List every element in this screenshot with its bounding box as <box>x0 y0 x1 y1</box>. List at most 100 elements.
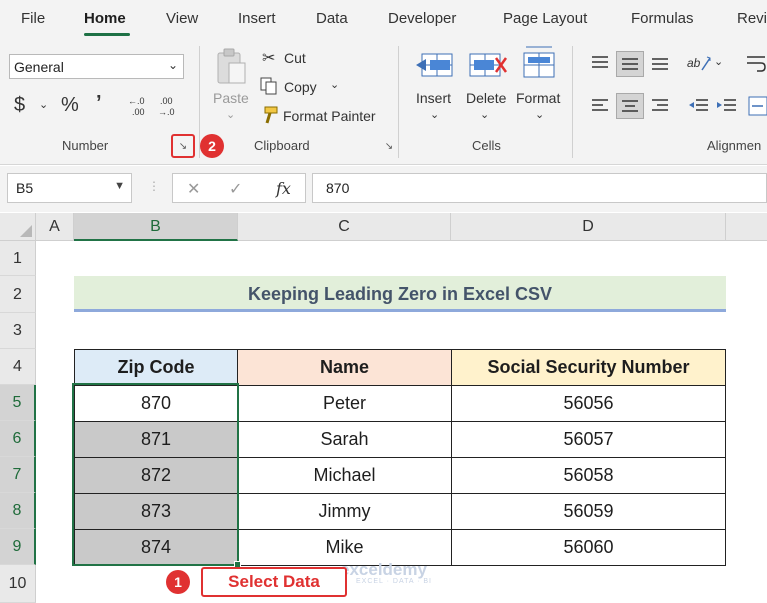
name-box[interactable]: B5 ▼ <box>7 173 132 203</box>
tab-home[interactable]: Home <box>84 10 126 27</box>
step-2-badge: 2 <box>200 134 224 158</box>
row-header-3[interactable]: 3 <box>0 313 36 349</box>
format-cells-icon[interactable] <box>520 44 558 82</box>
decrease-indent-icon[interactable] <box>688 97 710 115</box>
chevron-down-icon: ▼ <box>114 180 125 192</box>
align-center-button[interactable] <box>616 93 644 119</box>
cell-ssn[interactable]: 56059 <box>451 493 726 530</box>
scissors-icon[interactable]: ✂ <box>262 48 275 68</box>
cell-zip[interactable]: 874 <box>74 529 238 566</box>
chevron-down-icon[interactable]: ⌄ <box>535 108 544 121</box>
chevron-down-icon[interactable]: ⌄ <box>480 108 489 121</box>
drag-handle-icon[interactable]: ⋮ <box>148 179 160 193</box>
column-header-d[interactable]: D <box>451 213 726 241</box>
header-zip-code[interactable]: Zip Code <box>74 349 238 386</box>
percent-format-icon[interactable]: % <box>61 94 79 117</box>
cell-zip[interactable]: 872 <box>74 457 238 494</box>
enter-icon[interactable]: ✓ <box>229 179 242 199</box>
row-header-10[interactable]: 10 <box>0 565 36 603</box>
paste-icon[interactable] <box>215 47 249 87</box>
row-header-5[interactable]: 5 <box>0 385 36 421</box>
row-header-8[interactable]: 8 <box>0 493 36 529</box>
tab-file[interactable]: File <box>21 10 45 27</box>
format-painter-icon[interactable] <box>259 106 279 124</box>
align-middle-button[interactable] <box>616 51 644 77</box>
number-group-label: Number <box>62 138 109 153</box>
increase-decimal-icon[interactable]: ←.0 .00 <box>128 95 152 117</box>
chevron-down-icon[interactable]: ⌄ <box>330 78 339 91</box>
sheet-title[interactable]: Keeping Leading Zero in Excel CSV <box>74 276 726 312</box>
insert-function-icon[interactable]: fx <box>276 179 291 198</box>
copy-button[interactable]: Copy <box>284 79 317 95</box>
ribbon: General ⌄ $ ⌄ % ’ ←.0 .00 .00 →.0 Number… <box>0 40 767 165</box>
row-header-9[interactable]: 9 <box>0 529 36 565</box>
insert-button[interactable]: Insert <box>416 90 451 106</box>
chevron-down-icon[interactable]: ⌄ <box>226 108 235 121</box>
merge-center-icon[interactable] <box>748 95 767 117</box>
cell-zip[interactable]: 873 <box>74 493 238 530</box>
row-header-2[interactable]: 2 <box>0 276 36 313</box>
tab-formulas[interactable]: Formulas <box>631 10 694 27</box>
cell-ssn[interactable]: 56058 <box>451 457 726 494</box>
delete-button[interactable]: Delete <box>466 90 506 106</box>
header-name[interactable]: Name <box>237 349 452 386</box>
number-format-dropdown[interactable]: General ⌄ <box>9 54 184 79</box>
delete-cells-icon[interactable] <box>468 48 508 82</box>
format-painter-button[interactable]: Format Painter <box>283 108 376 124</box>
formula-value: 870 <box>326 180 350 196</box>
comma-style-icon[interactable]: ’ <box>96 92 102 115</box>
row-header-6[interactable]: 6 <box>0 421 36 457</box>
cells-group-label: Cells <box>472 138 501 153</box>
currency-format-icon[interactable]: $ <box>14 94 25 117</box>
tab-view[interactable]: View <box>166 10 198 27</box>
align-right-icon[interactable] <box>650 97 670 115</box>
row-header-7[interactable]: 7 <box>0 457 36 493</box>
row-header-4[interactable]: 4 <box>0 349 36 385</box>
decrease-decimal-icon[interactable]: .00 →.0 <box>158 95 182 117</box>
copy-icon[interactable] <box>260 77 278 95</box>
tab-developer[interactable]: Developer <box>388 10 456 27</box>
select-all-corner[interactable] <box>0 213 36 241</box>
chevron-down-icon[interactable]: ⌄ <box>430 108 439 121</box>
cell-name[interactable]: Michael <box>237 457 452 494</box>
cell-name[interactable]: Sarah <box>237 421 452 458</box>
cancel-icon[interactable]: ✕ <box>187 179 200 199</box>
chevron-down-icon[interactable]: ⌄ <box>39 98 48 111</box>
cell-name[interactable]: Jimmy <box>237 493 452 530</box>
row-header-1[interactable]: 1 <box>0 241 36 276</box>
watermark-tagline: EXCEL · DATA · BI <box>356 578 432 585</box>
cell-ssn[interactable]: 56057 <box>451 421 726 458</box>
column-header-e[interactable] <box>726 213 767 241</box>
tab-data[interactable]: Data <box>316 10 348 27</box>
orientation-icon[interactable]: ab <box>686 52 712 74</box>
active-tab-underline <box>84 33 130 36</box>
watermark-logo: exceldemy <box>340 560 427 579</box>
format-button[interactable]: Format <box>516 90 560 106</box>
cell-zip[interactable]: 871 <box>74 421 238 458</box>
increase-indent-icon[interactable] <box>716 97 738 115</box>
header-ssn[interactable]: Social Security Number <box>451 349 726 386</box>
chevron-down-icon[interactable]: ⌄ <box>714 55 723 68</box>
align-left-icon[interactable] <box>590 97 610 115</box>
cut-button[interactable]: Cut <box>284 50 306 66</box>
column-header-c[interactable]: C <box>238 213 451 241</box>
tab-insert[interactable]: Insert <box>238 10 276 27</box>
cell-ssn[interactable]: 56056 <box>451 385 726 422</box>
clipboard-group-label: Clipboard <box>254 138 310 153</box>
insert-cells-icon[interactable] <box>414 48 454 82</box>
svg-text:.00: .00 <box>160 96 173 106</box>
tab-page-layout[interactable]: Page Layout <box>503 10 587 27</box>
tab-review[interactable]: Revi <box>737 10 767 27</box>
column-header-a[interactable]: A <box>36 213 74 241</box>
clipboard-launcher-icon[interactable]: ↘ <box>383 141 395 153</box>
formula-input[interactable]: 870 <box>312 173 767 203</box>
column-header-b[interactable]: B <box>74 213 238 241</box>
align-bottom-icon[interactable] <box>650 54 670 72</box>
cell-ssn[interactable]: 56060 <box>451 529 726 566</box>
formula-buttons: ✕ ✓ fx <box>172 173 306 203</box>
cell-zip[interactable]: 870 <box>74 385 238 422</box>
cell-name[interactable]: Peter <box>237 385 452 422</box>
paste-label[interactable]: Paste <box>213 90 249 106</box>
align-top-icon[interactable] <box>590 54 610 72</box>
wrap-text-icon[interactable] <box>745 52 767 74</box>
